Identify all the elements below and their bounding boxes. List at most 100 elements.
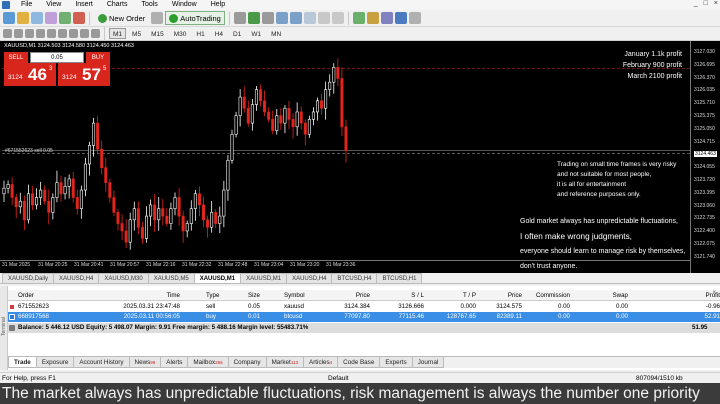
lot-size-input[interactable]: 0.05 — [30, 52, 84, 63]
terminal-tab[interactable]: Account History — [73, 357, 130, 368]
metaeditor-icon[interactable] — [151, 12, 164, 24]
indicators-icon[interactable] — [352, 12, 365, 24]
terminal-tab[interactable]: Exposure — [35, 357, 75, 368]
column-header[interactable]: Commission — [530, 290, 570, 301]
minimize-icon[interactable]: _ — [694, 0, 698, 7]
bear-candle — [165, 215, 169, 224]
table-row[interactable]: 671552623 2025.03.31 23:47:48 sell 0.05 xauu… — [8, 302, 720, 312]
terminal-tab[interactable]: Market113 — [265, 357, 304, 368]
terminal-tab[interactable]: News99 — [128, 357, 162, 368]
new-order-button[interactable]: New Order — [94, 11, 149, 25]
arrow-icon[interactable] — [91, 29, 100, 38]
menu-help[interactable]: Help — [204, 0, 232, 10]
autotrading-button[interactable]: AutoTrading — [165, 11, 225, 25]
table-cell: 0.00 — [557, 313, 570, 320]
terminal-tab[interactable]: Trade — [8, 357, 37, 368]
trendline-icon[interactable] — [47, 29, 56, 38]
close-icon[interactable]: × — [714, 0, 718, 7]
table-row[interactable]: 668917568 2025.03.11 00:56:05 buy 0.01 btcus… — [8, 312, 720, 322]
chart-shift-icon[interactable] — [317, 12, 330, 24]
gold-line: I often make wrong judgments, — [520, 232, 632, 241]
restore-icon[interactable]: □ — [704, 0, 708, 7]
column-header[interactable]: Size — [246, 290, 260, 301]
tile-windows-icon[interactable] — [303, 12, 316, 24]
time-tick-label: 31 Mar 22:48 — [218, 262, 248, 268]
ask-price-box[interactable]: 3124 57 5 — [58, 63, 110, 86]
horizontal-line-icon[interactable] — [36, 29, 45, 38]
timeframe-m30[interactable]: M30 — [170, 28, 191, 39]
chart-tab[interactable]: XAUUSD,H4 — [53, 273, 100, 283]
terminal-tab[interactable]: Company — [227, 357, 267, 368]
menu-tools[interactable]: Tools — [134, 0, 164, 10]
channel-icon[interactable] — [58, 29, 67, 38]
fibonacci-icon[interactable] — [69, 29, 78, 38]
timeframe-m15[interactable]: M15 — [147, 28, 168, 39]
price-tick-label: 3121.740 — [694, 253, 715, 260]
chart-tab[interactable]: XAUUSD,M30 — [98, 273, 149, 283]
cursor-icon[interactable] — [3, 29, 12, 38]
new-chart-icon[interactable] — [3, 12, 15, 24]
menu-file[interactable]: File — [14, 0, 39, 10]
timeframe-h4[interactable]: H4 — [211, 28, 227, 39]
line-chart-icon[interactable] — [261, 12, 274, 24]
chart-tab[interactable]: XAUUSD,Daily — [2, 273, 55, 283]
sell-button[interactable]: SELL — [4, 52, 28, 63]
chart-tab[interactable]: XAUUSD,M1 — [240, 273, 288, 283]
menu-window[interactable]: Window — [165, 0, 204, 10]
terminal-tab[interactable]: Journal — [411, 357, 445, 368]
column-header[interactable]: Order — [18, 290, 78, 301]
menu-view[interactable]: View — [39, 0, 68, 10]
column-header[interactable]: Price — [486, 290, 522, 301]
timeframe-h1[interactable]: H1 — [192, 28, 208, 39]
column-header[interactable]: S / L — [380, 290, 424, 301]
terminal-tab[interactable]: Experts — [379, 357, 413, 368]
timeframe-d1[interactable]: D1 — [229, 28, 245, 39]
search-icon[interactable] — [394, 12, 407, 24]
navigator-icon[interactable] — [45, 12, 57, 24]
column-header[interactable]: T / P — [430, 290, 476, 301]
profile-name[interactable]: Default — [328, 375, 349, 382]
terminal-tab[interactable]: Code Base — [337, 357, 381, 368]
price-chart[interactable]: #671552623 sell 0.05 XAUUSD,M1 3124.503 … — [0, 41, 720, 273]
buy-button[interactable]: BUY — [86, 52, 110, 63]
terminal-side-bar: Terminal — [0, 286, 8, 370]
candlestick-icon[interactable] — [247, 12, 260, 24]
menu-insert[interactable]: Insert — [68, 0, 100, 10]
price-tick-label: 3126.035 — [694, 87, 715, 94]
timeframe-m5[interactable]: M5 — [128, 28, 145, 39]
options-icon[interactable] — [408, 12, 421, 24]
close-icon[interactable]: × — [712, 290, 716, 296]
terminal-icon[interactable] — [59, 12, 71, 24]
column-header[interactable]: Symbol — [284, 290, 318, 301]
profiles-icon[interactable] — [17, 12, 29, 24]
timeframe-mn[interactable]: MN — [267, 28, 285, 39]
templates-icon[interactable] — [380, 12, 393, 24]
column-header[interactable]: Price — [330, 290, 370, 301]
bid-price-box[interactable]: 3124 46 3 — [4, 63, 56, 86]
vertical-line-icon[interactable] — [25, 29, 34, 38]
timeframe-m1[interactable]: M1 — [109, 28, 127, 39]
chart-tab[interactable]: XAUUSD,H4 — [286, 273, 333, 283]
chart-tab[interactable]: BTCUSD,H1 — [376, 273, 423, 283]
market-watch-icon[interactable] — [31, 12, 43, 24]
menu-charts[interactable]: Charts — [100, 0, 135, 10]
column-header[interactable]: Type — [206, 290, 236, 301]
crosshair-icon[interactable] — [14, 29, 23, 38]
zoom-in-icon[interactable] — [275, 12, 288, 24]
column-header[interactable]: Time — [118, 290, 180, 301]
chart-tab[interactable]: XAUUSD,M5 — [147, 273, 195, 283]
bar-chart-icon[interactable] — [233, 12, 246, 24]
terminal-tab[interactable]: Mailbox256 — [187, 357, 229, 368]
chart-tab[interactable]: BTCUSD,H4 — [331, 273, 378, 283]
autoscroll-icon[interactable] — [331, 12, 344, 24]
timeframe-w1[interactable]: W1 — [247, 28, 265, 39]
chart-tab[interactable]: XAUUSD,M1 — [193, 273, 242, 283]
bull-candle — [254, 89, 258, 105]
zoom-out-icon[interactable] — [289, 12, 302, 24]
terminal-tab[interactable]: Alerts — [160, 357, 189, 368]
periods-icon[interactable] — [366, 12, 379, 24]
text-icon[interactable] — [80, 29, 89, 38]
terminal-tab[interactable]: Articles4 — [303, 357, 339, 368]
column-header[interactable]: Swap — [582, 290, 628, 301]
tester-icon[interactable] — [73, 12, 85, 24]
